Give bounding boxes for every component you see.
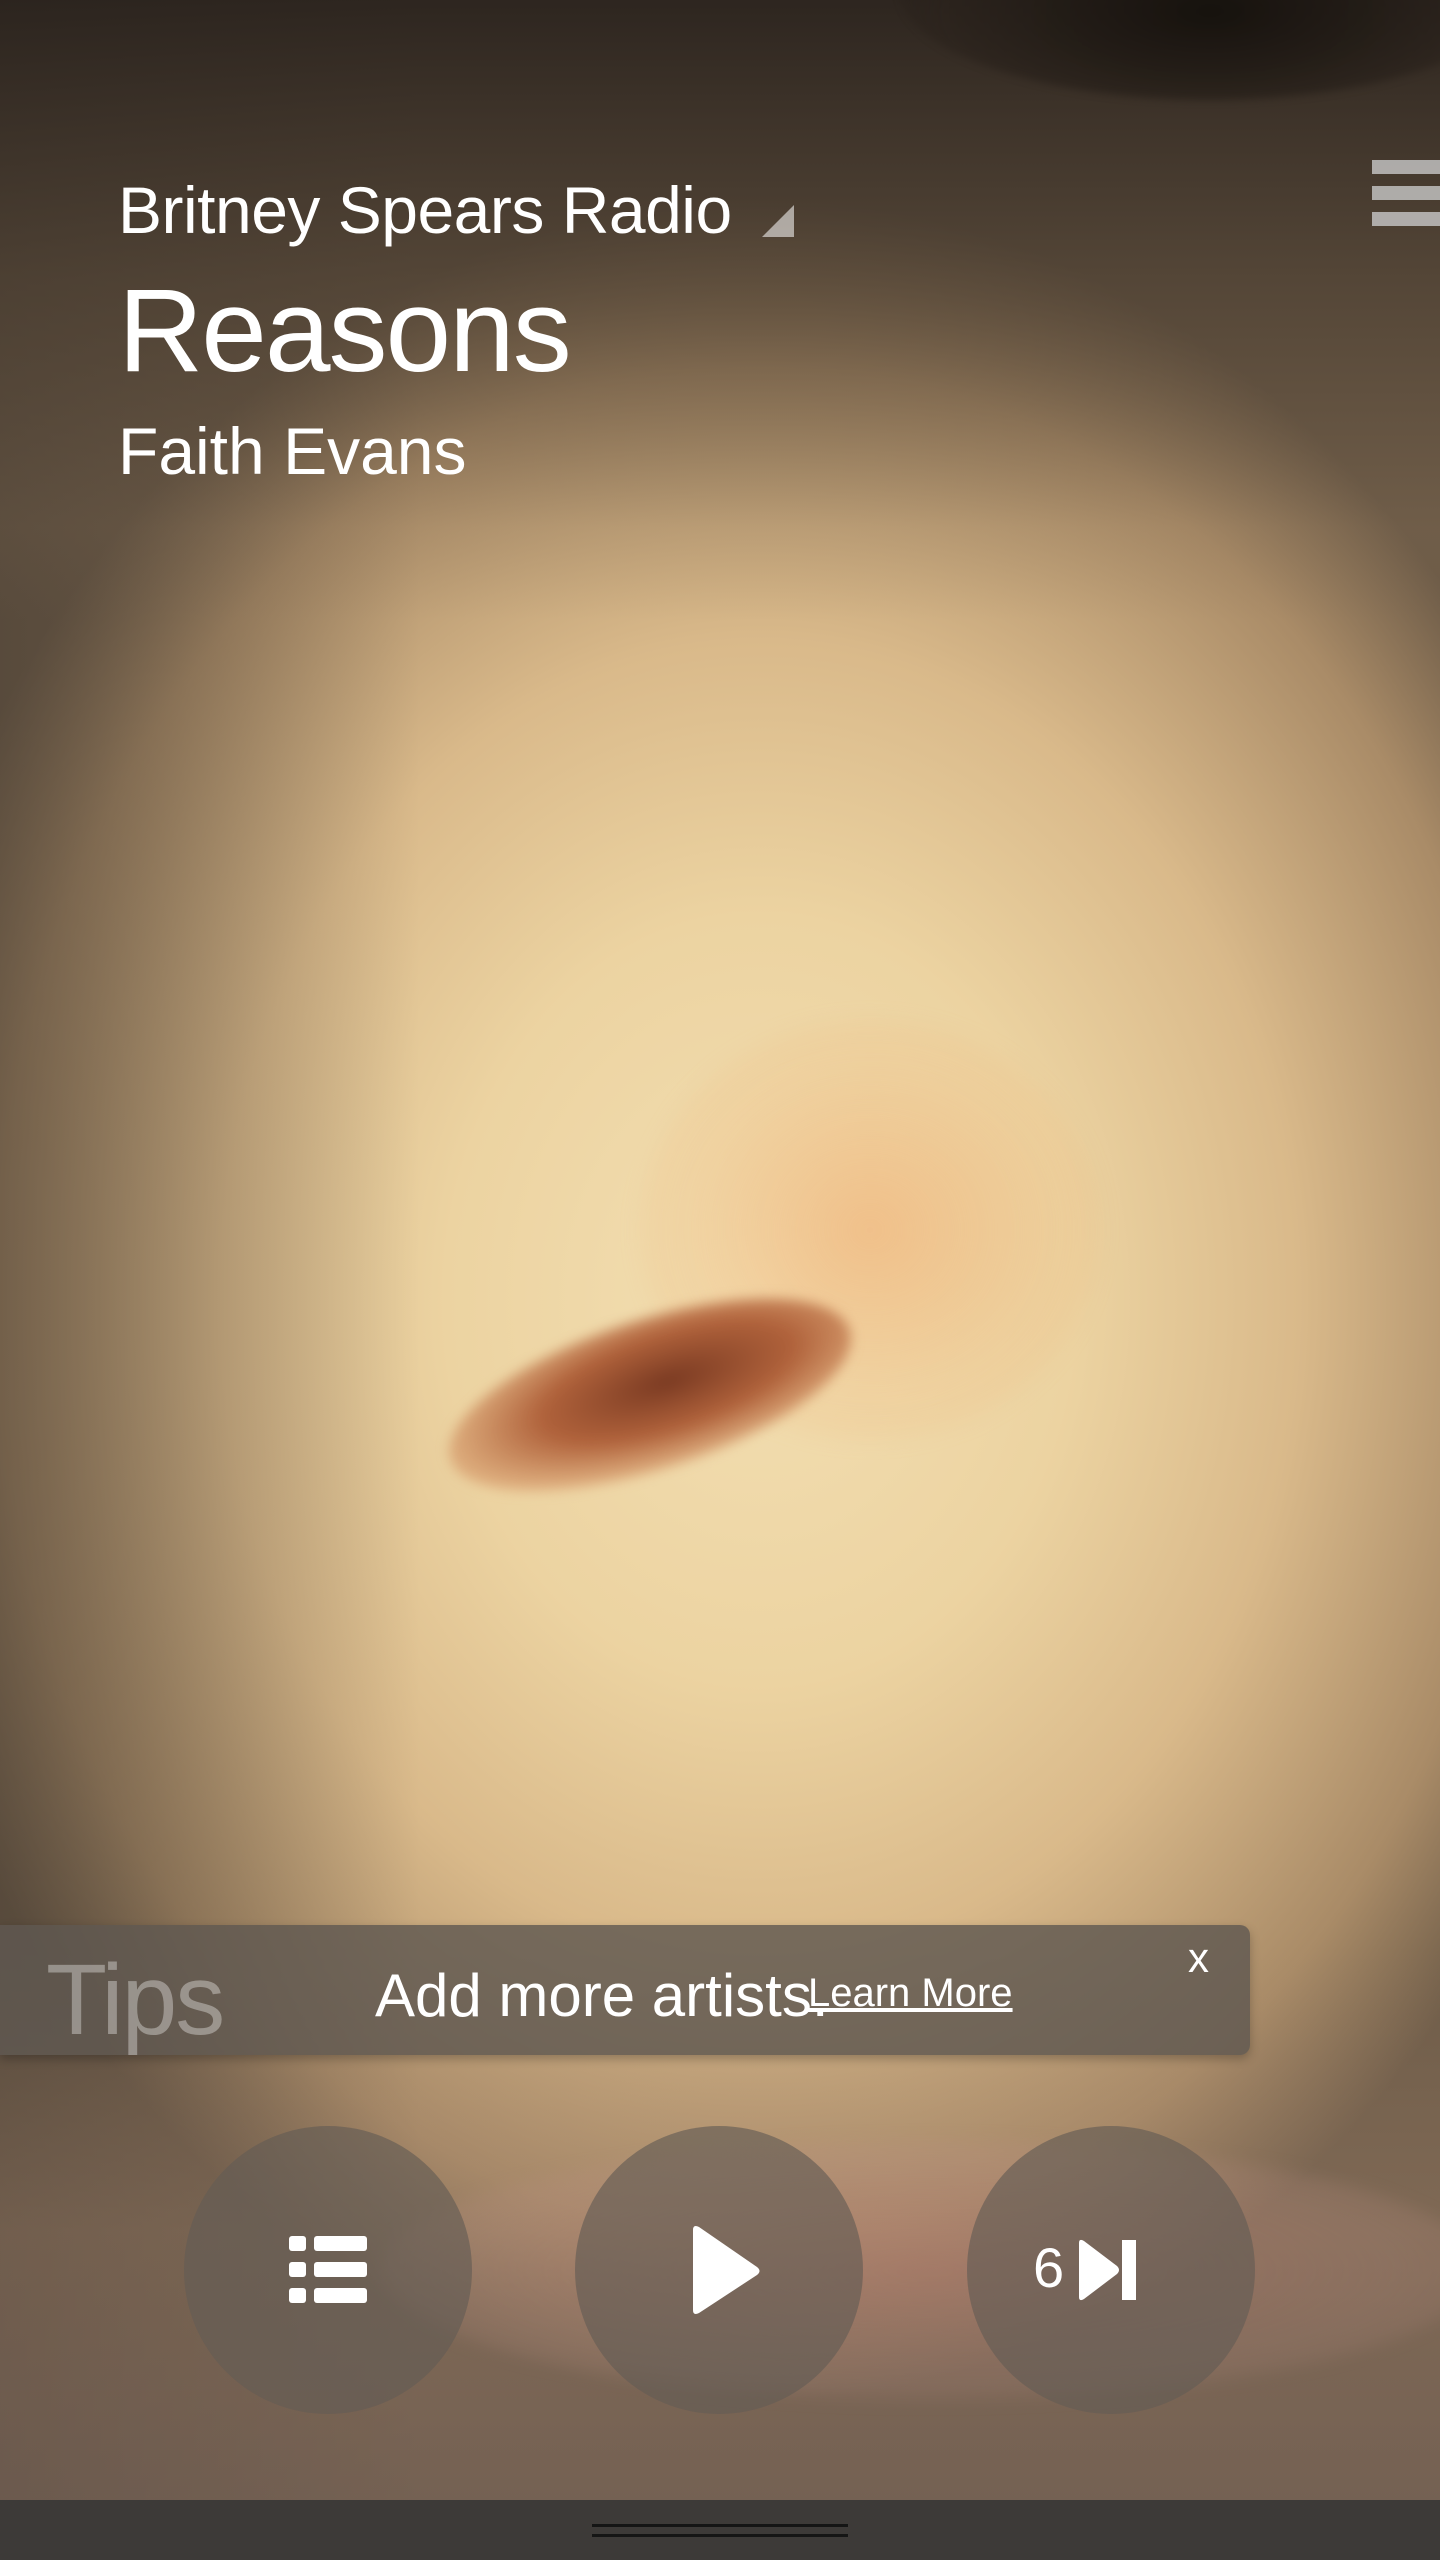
tips-label: Tips (46, 1944, 225, 2056)
artist-name: Faith Evans (118, 414, 467, 488)
play-icon (693, 2226, 760, 2314)
skip-button[interactable]: 6 (967, 2126, 1255, 2414)
queue-button[interactable] (184, 2126, 472, 2414)
tips-message: Add more artists. (375, 1962, 829, 2029)
list-icon (289, 2236, 367, 2303)
learn-more-link[interactable]: Learn More (808, 1971, 1013, 2016)
close-tips-button[interactable]: x (1188, 1937, 1209, 1979)
tips-banner: Tips Add more artists. Learn More x (0, 1925, 1250, 2056)
skip-next-icon (1079, 2239, 1136, 2301)
station-name[interactable]: Britney Spears Radio (118, 172, 732, 248)
now-playing-header: Britney Spears Radio Reasons Faith Evans (118, 160, 794, 484)
hamburger-menu-icon[interactable] (1372, 160, 1440, 226)
drawer-handle[interactable] (592, 2520, 848, 2544)
play-button[interactable] (575, 2126, 863, 2414)
triangle-caret-icon[interactable] (761, 205, 794, 237)
song-title: Reasons (118, 265, 572, 397)
station-selector[interactable]: Britney Spears Radio (118, 160, 794, 260)
